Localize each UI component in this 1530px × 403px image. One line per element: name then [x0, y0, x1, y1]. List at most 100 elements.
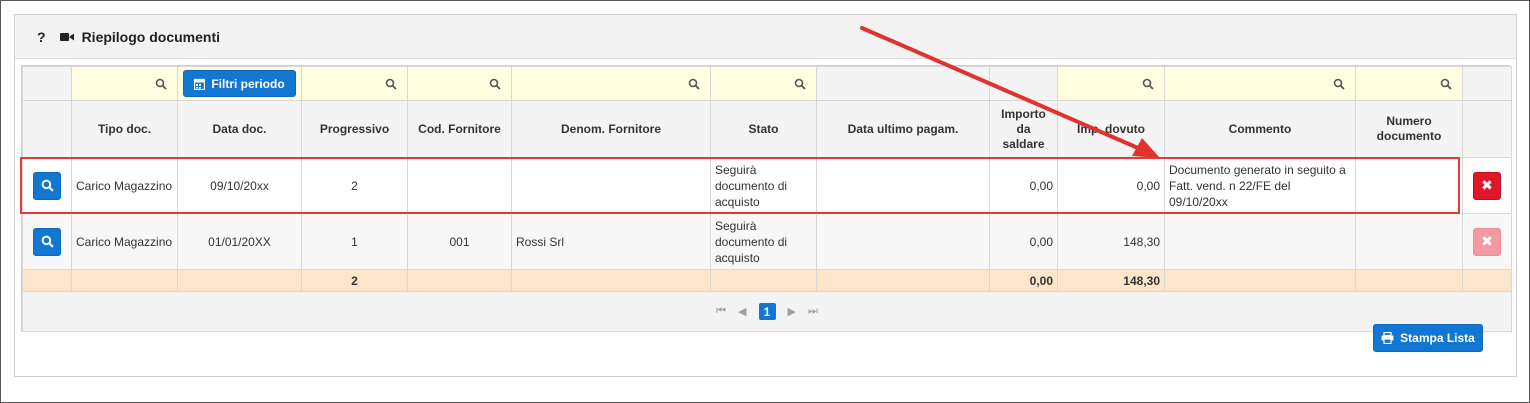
total-blank — [511, 269, 711, 292]
stampa-lista-label: Stampa Lista — [1400, 331, 1475, 345]
filter-denom-fornitore[interactable] — [511, 66, 711, 101]
header-commento[interactable]: Commento — [1164, 100, 1356, 158]
total-importo-da-saldare: 0,00 — [989, 269, 1058, 292]
open-document-button[interactable] — [33, 227, 61, 256]
documents-panel: ? Riepilogo documenti Filtri periodo Tip… — [14, 14, 1517, 377]
pager: ⏮ ◀ 1 ▶ ⏭ — [716, 303, 818, 320]
search-icon[interactable] — [489, 77, 501, 91]
cell-progressivo: 1 — [301, 213, 408, 270]
header-denom-fornitore[interactable]: Denom. Fornitore — [511, 100, 711, 158]
total-blank — [1164, 269, 1356, 292]
header-tipo-doc[interactable]: Tipo doc. — [71, 100, 178, 158]
totals-row: 2 0,00 148,30 — [22, 269, 1512, 292]
filter-imp-dovuto[interactable] — [1057, 66, 1165, 101]
next-page-icon[interactable]: ▶ — [788, 305, 796, 318]
cell-imp-dovuto: 0,00 — [1057, 157, 1165, 214]
filter-importo-da-saldare — [989, 66, 1058, 101]
cell-numero-documento — [1355, 157, 1463, 214]
filtri-periodo-button[interactable]: Filtri periodo — [183, 70, 296, 97]
cell-progressivo: 2 — [301, 157, 408, 214]
search-icon — [41, 179, 54, 192]
search-icon[interactable] — [1333, 77, 1345, 91]
header-imp-dovuto[interactable]: Imp. dovuto — [1057, 100, 1165, 158]
total-blank — [71, 269, 178, 292]
total-blank — [177, 269, 302, 292]
close-icon: ✖ — [1481, 233, 1493, 249]
table-row[interactable]: Carico Magazzino 01/01/20XX 1 001 Rossi … — [22, 213, 1512, 270]
search-icon[interactable] — [1142, 77, 1154, 91]
cell-stato: Seguirà documento di acquisto — [710, 213, 817, 270]
filter-stato[interactable] — [710, 66, 817, 101]
filter-commento[interactable] — [1164, 66, 1356, 101]
total-blank — [710, 269, 817, 292]
header-importo-da-saldare[interactable]: Importo da saldare — [989, 100, 1058, 158]
table-row[interactable]: Carico Magazzino 09/10/20xx 2 Seguirà do… — [22, 157, 1512, 214]
header-stato[interactable]: Stato — [710, 100, 817, 158]
delete-button[interactable]: ✖ — [1473, 171, 1501, 200]
cell-numero-documento — [1355, 213, 1463, 270]
search-icon[interactable] — [688, 77, 700, 91]
cell-denom-fornitore: Rossi Srl — [511, 213, 711, 270]
cell-imp-dovuto: 148,30 — [1057, 213, 1165, 270]
filter-tipo-doc[interactable] — [71, 66, 178, 101]
header-data-ultimo-pagam[interactable]: Data ultimo pagam. — [816, 100, 990, 158]
panel-header: ? Riepilogo documenti — [15, 15, 1516, 59]
header-numero-documento[interactable]: Numero documento — [1355, 100, 1463, 158]
open-document-button[interactable] — [33, 171, 61, 200]
close-icon: ✖ — [1481, 177, 1493, 193]
search-icon[interactable] — [385, 77, 397, 91]
last-page-icon[interactable]: ⏭ — [808, 305, 818, 318]
search-icon[interactable] — [155, 77, 167, 91]
documents-grid: Filtri periodo Tipo doc. Data doc. Progr… — [21, 65, 1512, 332]
printer-icon — [1381, 332, 1394, 344]
filter-cell-actions — [1462, 66, 1512, 101]
cell-data-ultimo-pagam — [816, 213, 990, 270]
pager-row: ⏮ ◀ 1 ▶ ⏭ — [22, 291, 1512, 332]
filter-numero-documento[interactable] — [1355, 66, 1463, 101]
search-icon[interactable] — [794, 77, 806, 91]
header-data-doc[interactable]: Data doc. — [177, 100, 302, 158]
row-open-cell — [22, 213, 72, 270]
header-blank — [22, 100, 72, 158]
page-title: Riepilogo documenti — [81, 28, 221, 45]
cell-commento: Documento generato in seguito a Fatt. ve… — [1164, 157, 1356, 214]
cell-data-doc: 01/01/20XX — [177, 213, 302, 270]
cell-tipo-doc: Carico Magazzino — [71, 213, 178, 270]
filter-cell-empty — [22, 66, 72, 101]
filter-data-ultimo-pagam — [816, 66, 990, 101]
cell-denom-fornitore — [511, 157, 711, 214]
cell-importo-da-saldare: 0,00 — [989, 157, 1058, 214]
cell-data-ultimo-pagam — [816, 157, 990, 214]
filtri-periodo-label: Filtri periodo — [211, 76, 285, 91]
header-cod-fornitore[interactable]: Cod. Fornitore — [407, 100, 512, 158]
search-icon — [41, 235, 54, 248]
total-progressivo: 2 — [301, 269, 408, 292]
filter-data-doc: Filtri periodo — [177, 66, 302, 101]
header-progressivo[interactable]: Progressivo — [301, 100, 408, 158]
total-imp-dovuto: 148,30 — [1057, 269, 1165, 292]
row-open-cell — [22, 157, 72, 214]
cell-importo-da-saldare: 0,00 — [989, 213, 1058, 270]
first-page-icon[interactable]: ⏮ — [716, 305, 726, 318]
cell-cod-fornitore: 001 — [407, 213, 512, 270]
header-actions — [1462, 100, 1512, 158]
cell-data-doc: 09/10/20xx — [177, 157, 302, 214]
filter-row: Filtri periodo — [22, 66, 1512, 101]
help-icon[interactable]: ? — [37, 29, 46, 45]
row-delete-cell: ✖ — [1462, 157, 1512, 214]
cell-stato: Seguirà documento di acquisto — [710, 157, 817, 214]
calendar-icon — [194, 78, 206, 90]
stampa-lista-button[interactable]: Stampa Lista — [1373, 324, 1483, 352]
current-page[interactable]: 1 — [758, 303, 776, 320]
delete-button[interactable]: ✖ — [1473, 227, 1501, 256]
prev-page-icon[interactable]: ◀ — [738, 305, 746, 318]
search-icon[interactable] — [1440, 77, 1452, 91]
row-delete-cell: ✖ — [1462, 213, 1512, 270]
cell-commento — [1164, 213, 1356, 270]
filter-progressivo[interactable] — [301, 66, 408, 101]
video-camera-icon[interactable] — [59, 32, 74, 42]
total-blank — [1355, 269, 1463, 292]
total-blank — [22, 269, 72, 292]
total-blank — [1462, 269, 1512, 292]
filter-cod-fornitore[interactable] — [407, 66, 512, 101]
